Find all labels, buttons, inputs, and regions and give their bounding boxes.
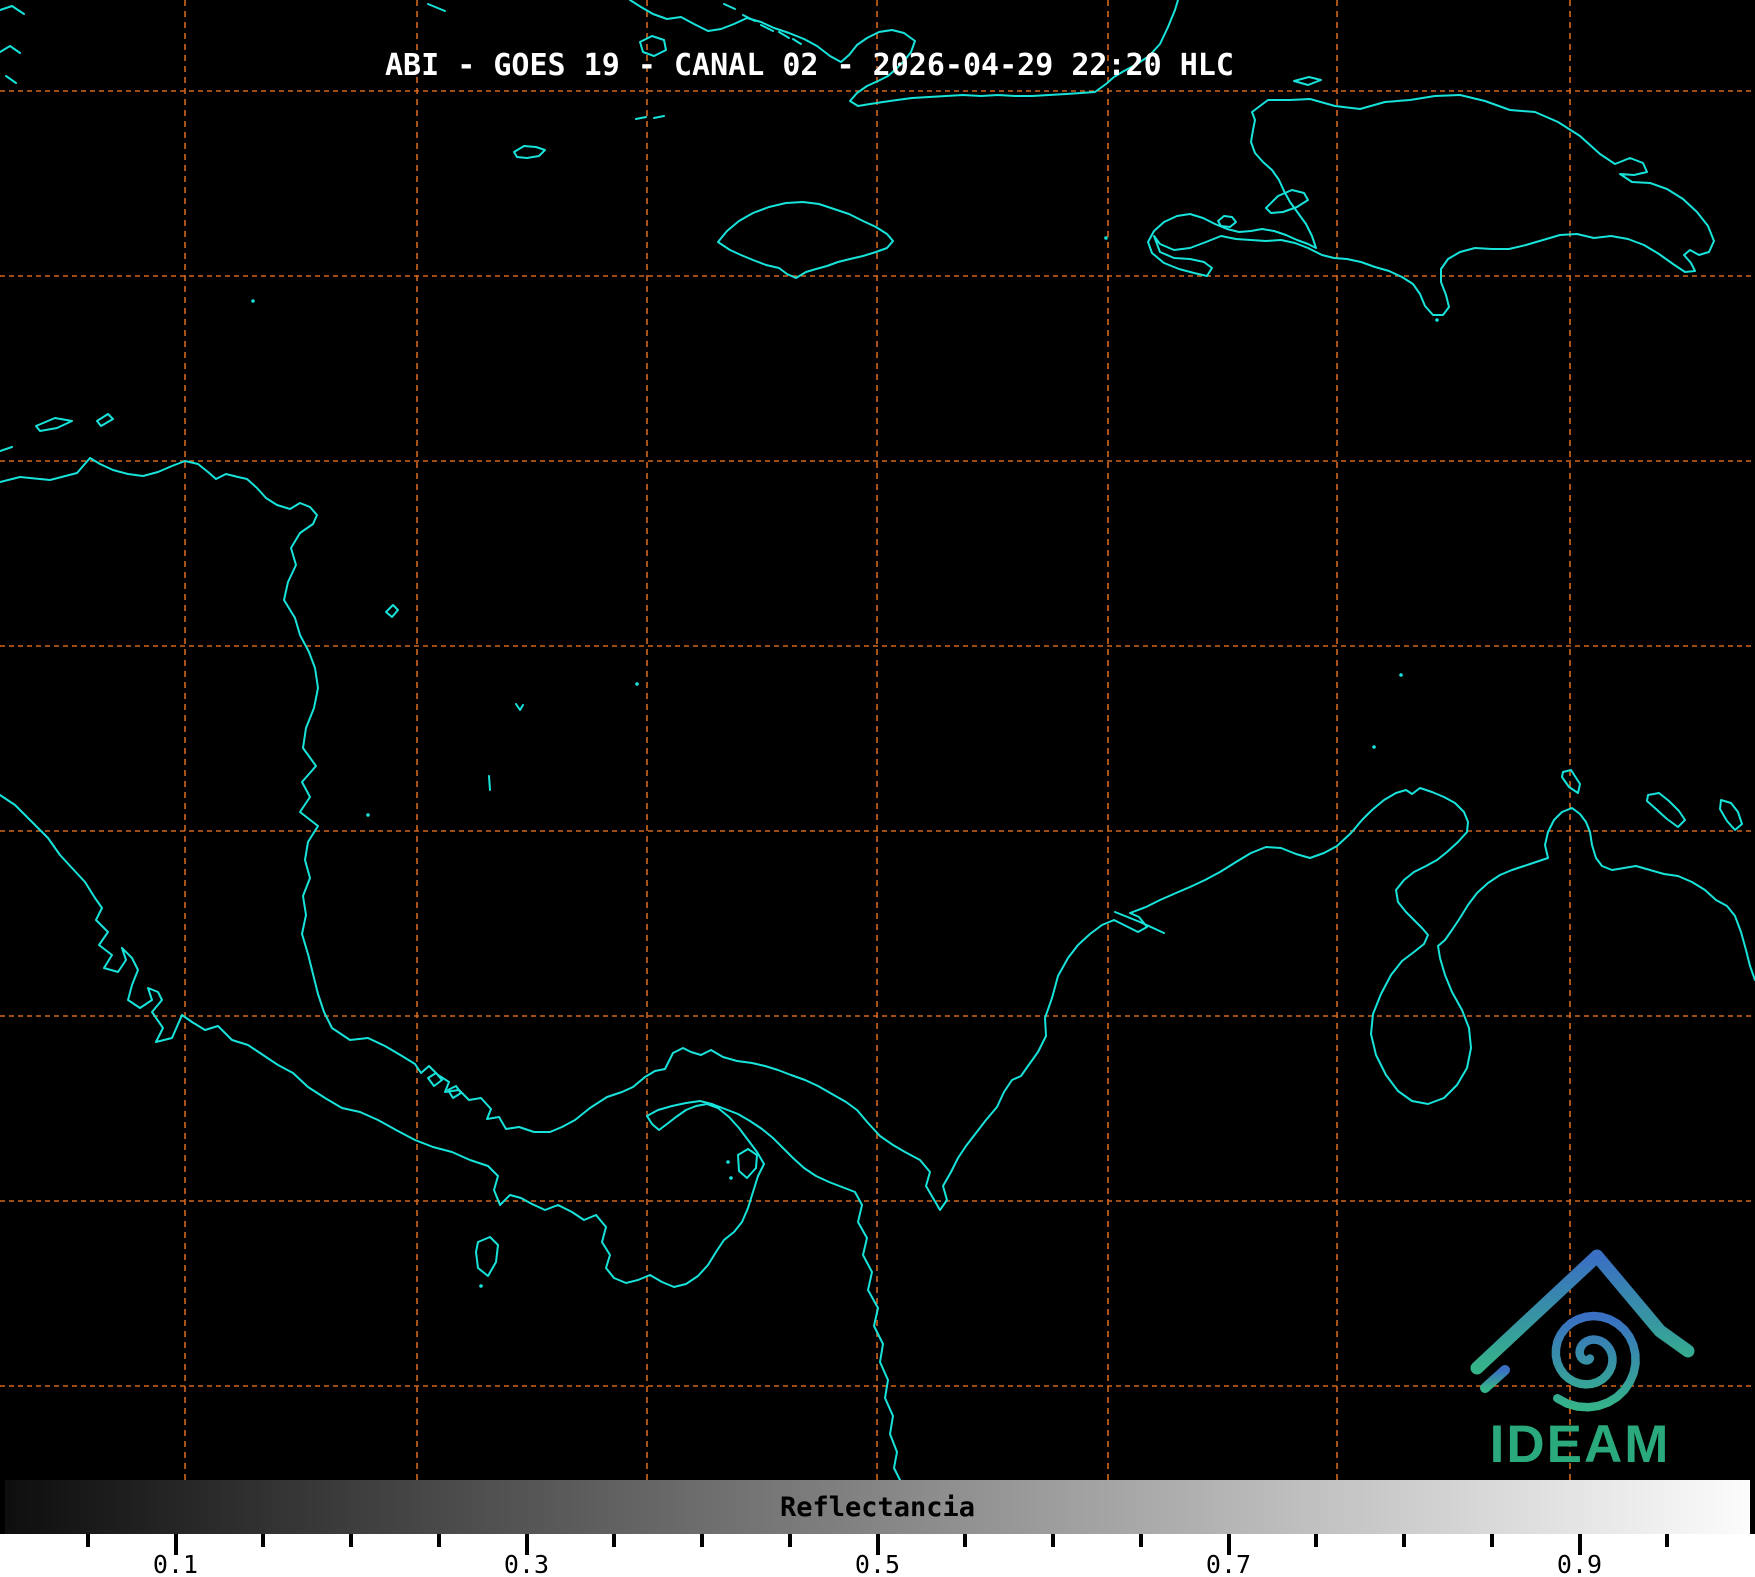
colorbar-tick <box>963 1534 968 1547</box>
ideam-logo-text: IDEAM <box>1489 1415 1671 1474</box>
colorbar-tick <box>1051 1534 1055 1547</box>
colorbar-tick-label: 0.3 <box>503 1550 550 1577</box>
reflectance-colorbar: Reflectancia <box>5 1480 1750 1534</box>
colorbar-tick <box>349 1534 353 1547</box>
colorbar-label: Reflectancia <box>779 1492 976 1523</box>
colorbar-tick-label: 0.9 <box>1556 1550 1603 1577</box>
colorbar-tick <box>787 1534 792 1547</box>
image-title: ABI - GOES 19 - CANAL 02 - 2026-04-29 22… <box>385 48 1234 83</box>
colorbar-tick <box>85 1534 90 1547</box>
colorbar-tick <box>261 1534 266 1547</box>
colorbar-tick <box>700 1534 704 1547</box>
colorbar-axis: 0.1 0.3 0.5 0.7 0.9 <box>0 1534 1755 1577</box>
satellite-image-viewer: ABI - GOES 19 - CANAL 02 - 2026-04-29 22… <box>0 0 1755 1577</box>
colorbar-tick <box>1665 1534 1670 1547</box>
colorbar-tick <box>436 1534 441 1547</box>
colorbar-tick <box>1314 1534 1319 1547</box>
ideam-logo: IDEAM <box>1455 1238 1705 1478</box>
colorbar-tick-label: 0.1 <box>152 1550 199 1577</box>
colorbar-tick <box>1489 1534 1494 1547</box>
colorbar-tick-label: 0.5 <box>854 1550 901 1577</box>
colorbar-tick <box>612 1534 617 1547</box>
colorbar-tick-label: 0.7 <box>1205 1550 1252 1577</box>
colorbar-tick <box>1138 1534 1143 1547</box>
colorbar-tick <box>1402 1534 1406 1547</box>
